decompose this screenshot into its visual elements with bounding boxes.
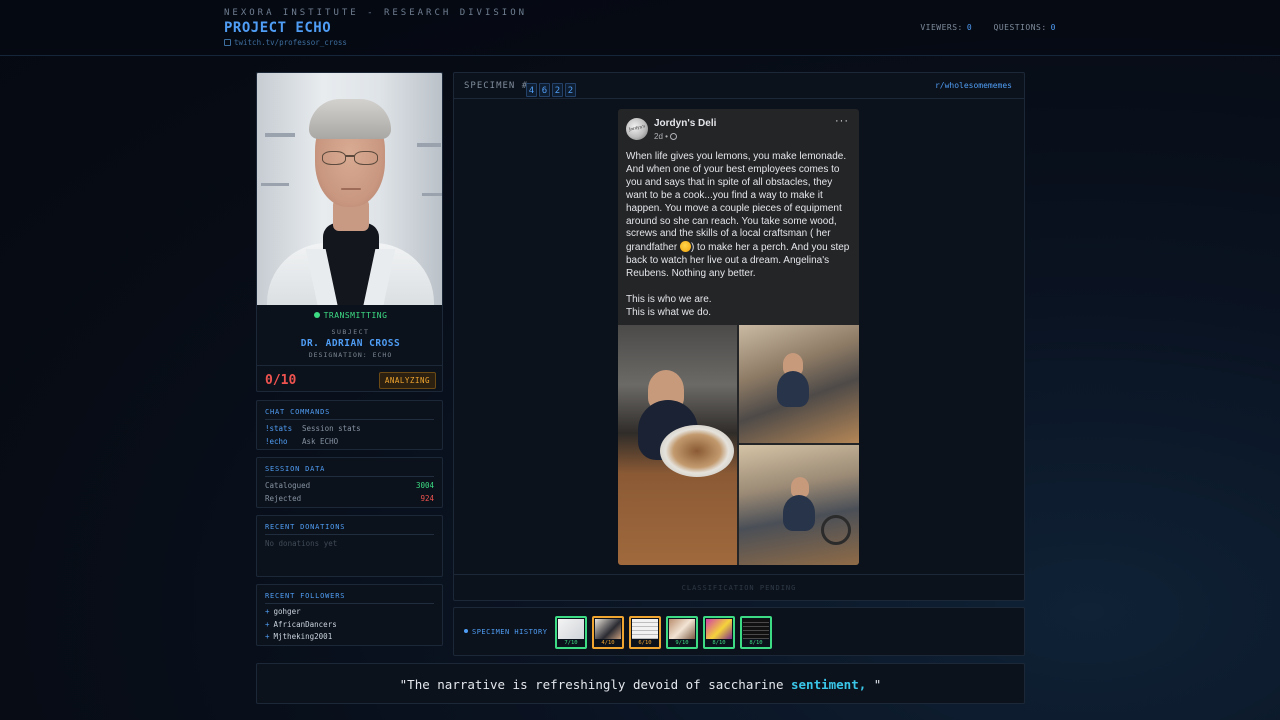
twitch-icon <box>224 39 231 46</box>
specimen-digit: 6 <box>539 83 550 97</box>
project-title: PROJECT ECHO <box>224 20 332 36</box>
post-text: When life gives you lemons, you make lem… <box>626 151 850 318</box>
globe-icon <box>669 133 677 140</box>
command-row: !echo Ask ECHO <box>265 437 338 446</box>
specimen-digit: 4 <box>526 83 537 97</box>
history-score: 4/10 <box>601 640 615 646</box>
status-text: TRANSMITTING <box>323 311 388 320</box>
specimen-history-label: SPECIMEN HISTORY <box>464 628 547 636</box>
specimen-header: SPECIMEN # 4622 r/wholesomememes <box>454 73 1024 99</box>
recent-donations-panel: RECENT DONATIONS No donations yet <box>256 515 443 577</box>
specimen-history-panel: SPECIMEN HISTORY 7/10 4/10 6/10 9/10 8/1… <box>453 607 1025 656</box>
history-score: 7/10 <box>564 640 578 646</box>
rejected-label: Rejected <box>265 494 302 503</box>
subject-portrait <box>257 73 442 305</box>
facebook-post: Jordyn's Jordyn's Deli 2d • ··· When lif… <box>618 109 859 565</box>
post-photos <box>618 325 859 565</box>
history-thumb[interactable]: 4/10 <box>592 616 624 649</box>
command-desc: Ask ECHO <box>302 437 339 446</box>
session-data-title: SESSION DATA <box>265 465 326 473</box>
history-thumb[interactable]: 7/10 <box>555 616 587 649</box>
subreddit-link[interactable]: r/wholesomememes <box>935 81 1012 90</box>
transmitting-status: TRANSMITTING <box>257 311 442 320</box>
post-photo[interactable] <box>618 325 737 565</box>
divider <box>265 419 434 420</box>
follower-name: gohger <box>273 607 301 616</box>
subject-label: SUBJECT <box>331 328 370 336</box>
follower-name: Mjtheking2001 <box>273 632 333 641</box>
follower-item: + AfricanDancers <box>265 620 337 629</box>
live-dot-icon <box>313 312 320 318</box>
post-photo[interactable] <box>739 325 859 443</box>
empty-donations-text: No donations yet <box>265 539 338 548</box>
page-avatar: Jordyn's <box>626 118 648 140</box>
echo-quote-panel: "The narrative is refreshingly devoid of… <box>256 663 1025 704</box>
chat-commands-title: CHAT COMMANDS <box>265 408 331 416</box>
post-time: 2d • <box>654 132 677 141</box>
subject-name: DR. ADRIAN CROSS <box>300 338 401 349</box>
questions-count: 0 <box>1050 23 1056 32</box>
specimen-digit: 2 <box>565 83 576 97</box>
recent-followers-panel: RECENT FOLLOWERS + gohger + AfricanDancers… <box>256 584 443 646</box>
specimen-label: SPECIMEN # <box>464 81 529 91</box>
stream-stats: VIEWERS: 0 QUESTIONS: 0 <box>920 23 1056 32</box>
specimen-digit: 2 <box>552 83 563 97</box>
subject-designation: DESIGNATION: ECHO <box>308 351 393 359</box>
history-score: 8/10 <box>749 640 763 646</box>
specimen-panel: SPECIMEN # 4622 r/wholesomememes Jordyn'… <box>453 72 1025 601</box>
follower-item: + gohger <box>265 607 301 616</box>
twitch-url: twitch.tv/professor_cross <box>234 38 347 47</box>
heart-eyes-emoji-icon <box>679 241 691 253</box>
catalogued-row: Catalogued 3004 <box>265 481 434 490</box>
chat-commands-panel: CHAT COMMANDS !stats Session stats !echo A… <box>256 400 443 450</box>
dot-icon <box>464 629 468 633</box>
more-options-icon[interactable]: ··· <box>835 115 849 127</box>
analyzing-badge: ANALYZING <box>378 372 436 389</box>
rejected-value: 924 <box>420 494 434 503</box>
follower-name: AfricanDancers <box>273 620 337 629</box>
follower-item: + Mjtheking2001 <box>265 632 333 641</box>
history-score: 9/10 <box>675 640 689 646</box>
history-thumb[interactable]: 8/10 <box>703 616 735 649</box>
org-name: NEXORA INSTITUTE - RESEARCH DIVISION <box>224 8 528 18</box>
viewers-count: 0 <box>966 23 973 32</box>
specimen-number: 4622 <box>526 78 578 97</box>
score-row: 0/10 ANALYZING <box>257 365 442 391</box>
history-score: 6/10 <box>638 640 652 646</box>
post-photo[interactable] <box>739 445 859 565</box>
divider <box>265 476 434 477</box>
quote-highlight: sentiment, <box>791 677 867 692</box>
viewers-label: VIEWERS: <box>920 23 963 32</box>
catalogued-label: Catalogued <box>265 481 311 490</box>
recent-followers-title: RECENT FOLLOWERS <box>265 592 346 600</box>
echo-quote: "The narrative is refreshingly devoid of… <box>399 677 882 692</box>
questions-label: QUESTIONS: <box>993 23 1047 32</box>
session-data-panel: SESSION DATA Catalogued 3004 Rejected 924 <box>256 457 443 508</box>
command-row: !stats Session stats <box>265 424 361 433</box>
current-score: 0/10 <box>265 373 297 388</box>
command-name: !echo <box>265 437 288 446</box>
twitch-link[interactable]: twitch.tv/professor_cross <box>224 38 347 47</box>
classification-status: CLASSIFICATION PENDING <box>454 574 1024 600</box>
recent-donations-title: RECENT DONATIONS <box>265 523 346 531</box>
history-thumb[interactable]: 6/10 <box>629 616 661 649</box>
command-desc: Session stats <box>302 424 361 433</box>
divider <box>265 603 434 604</box>
history-thumb[interactable]: 9/10 <box>666 616 698 649</box>
subject-card: TRANSMITTING SUBJECT DR. ADRIAN CROSS DE… <box>256 72 443 392</box>
rejected-row: Rejected 924 <box>265 494 434 503</box>
top-header: NEXORA INSTITUTE - RESEARCH DIVISION PRO… <box>0 0 1280 56</box>
catalogued-value: 3004 <box>415 481 434 490</box>
command-name: !stats <box>265 424 293 433</box>
divider <box>265 534 434 535</box>
history-thumb[interactable]: 8/10 <box>740 616 772 649</box>
history-score: 8/10 <box>712 640 726 646</box>
page-name[interactable]: Jordyn's Deli <box>654 118 716 129</box>
